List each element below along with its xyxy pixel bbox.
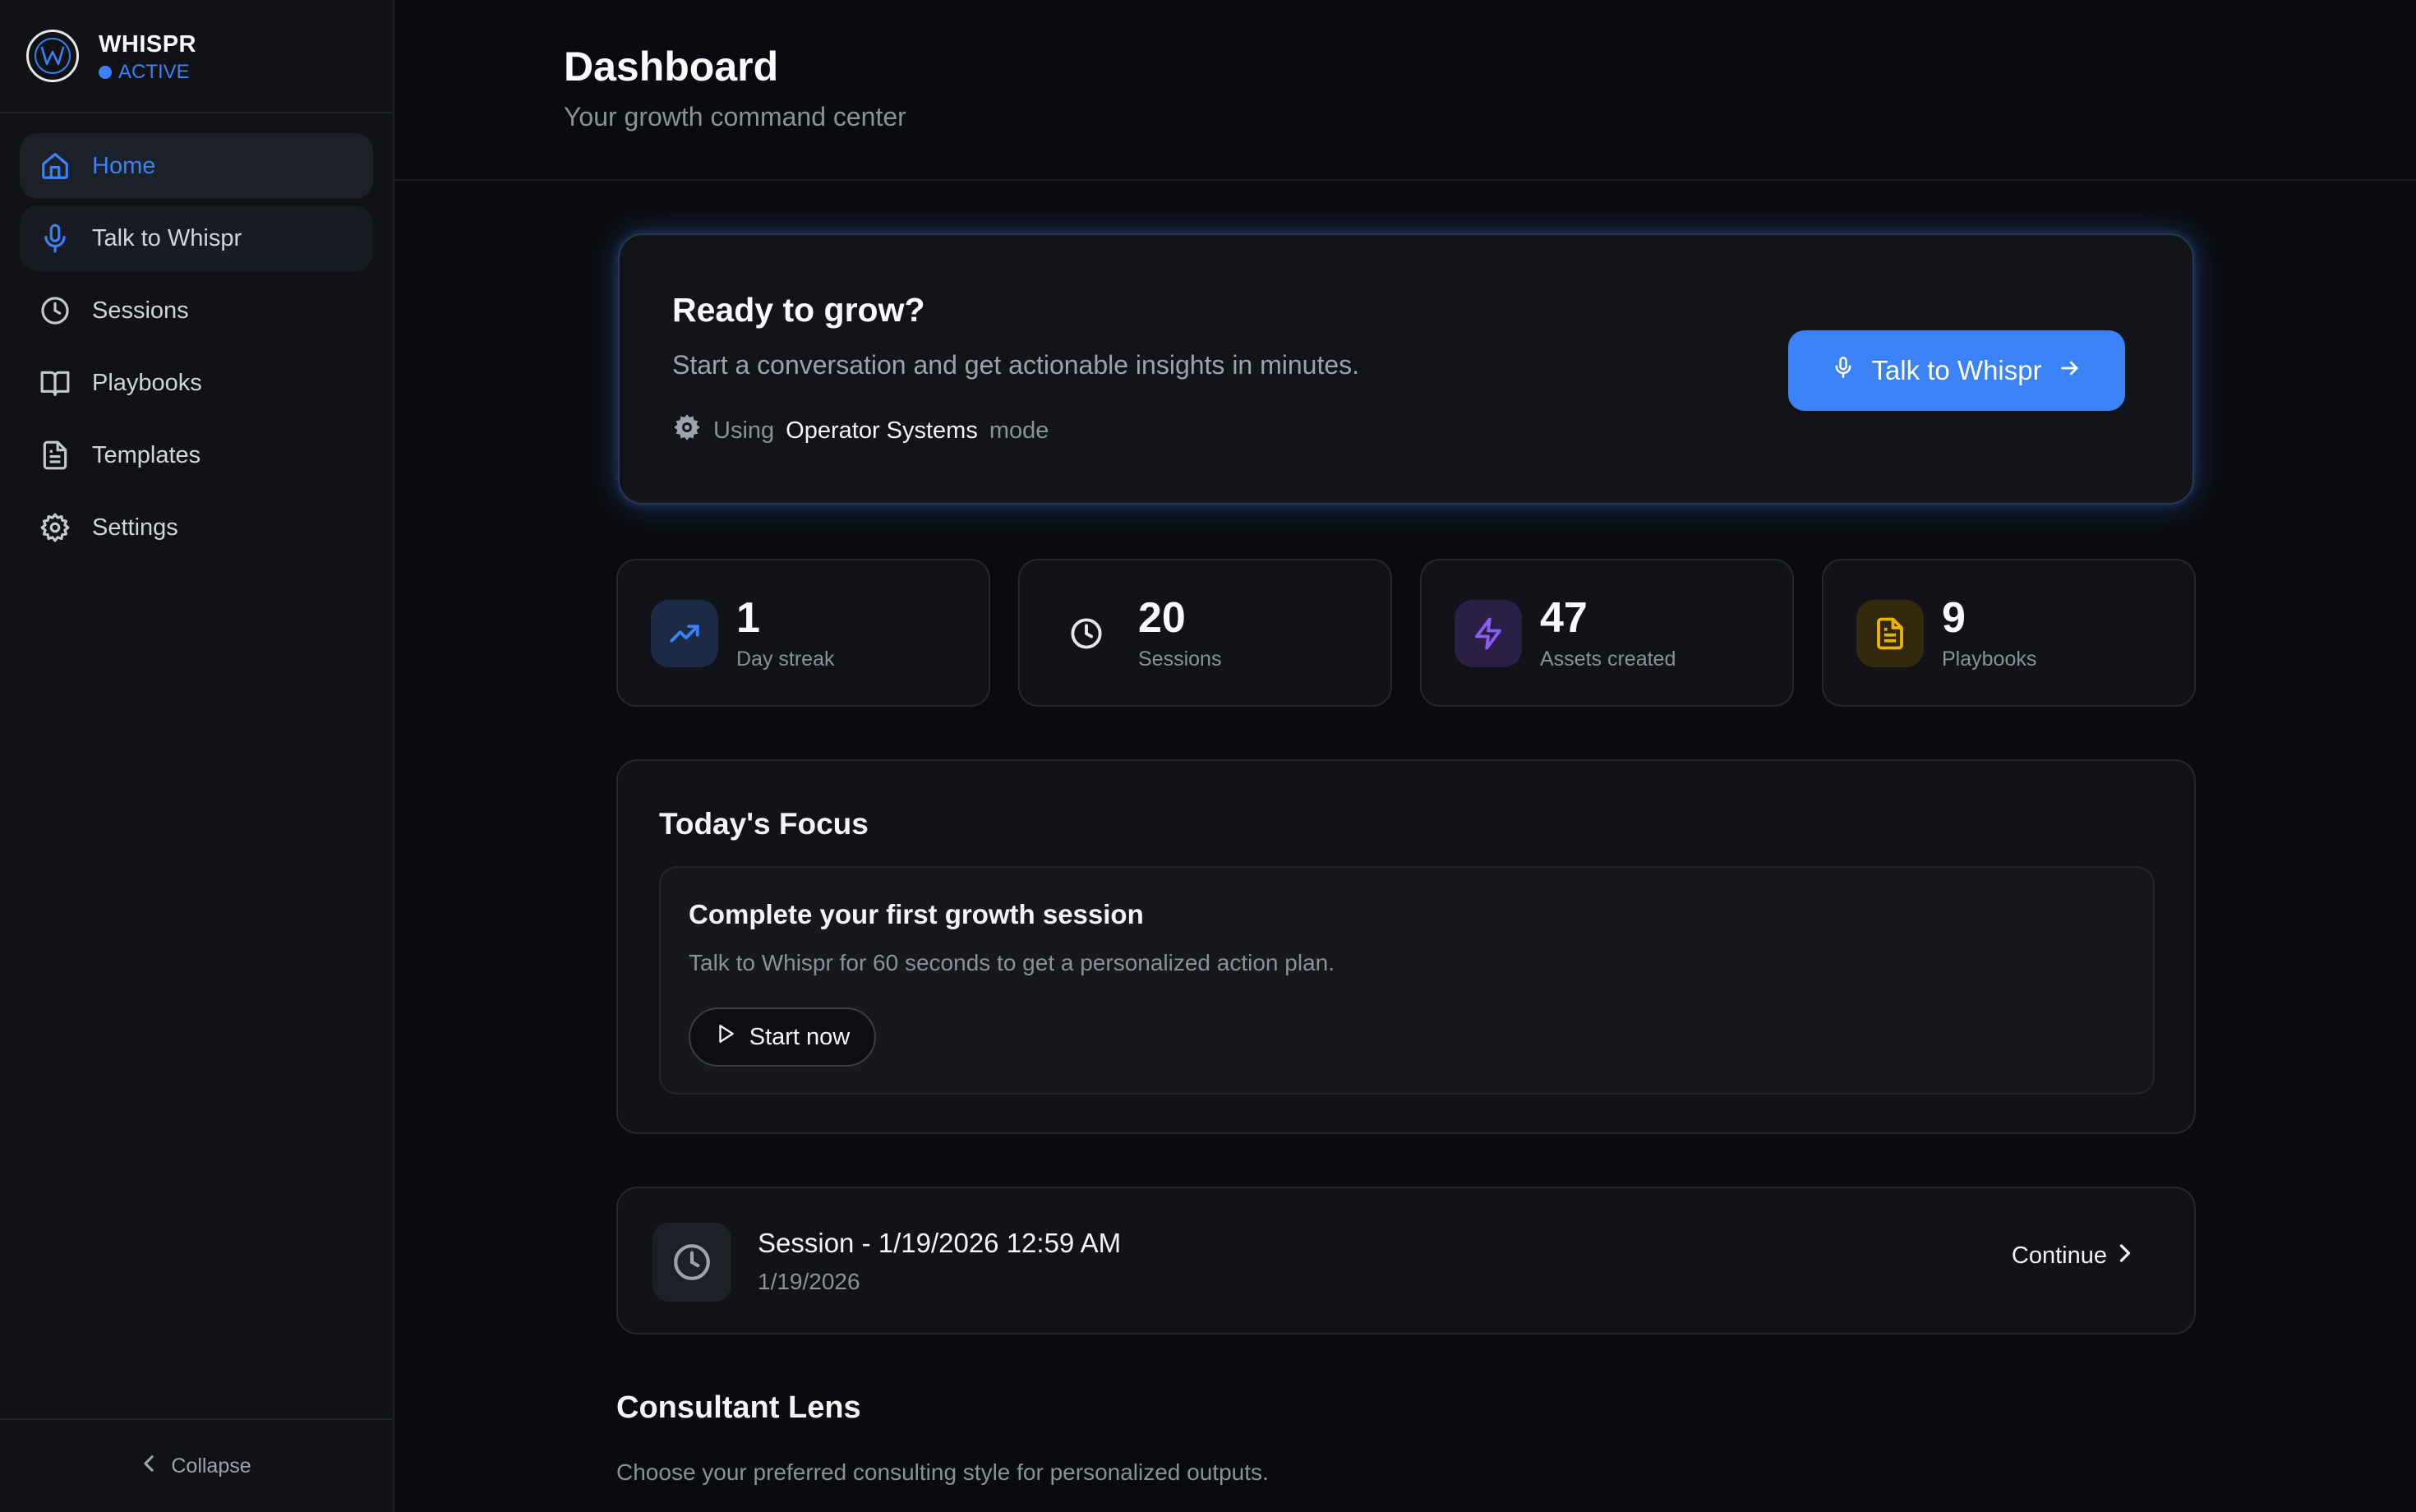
continue-label: Continue bbox=[2011, 1242, 2107, 1269]
mode-indicator: Using Operator Systems mode bbox=[672, 413, 1049, 449]
stat-label: Playbooks bbox=[1942, 648, 2037, 671]
page-subtitle: Your growth command center bbox=[564, 102, 906, 131]
focus-task-title: Complete your first growth session bbox=[689, 899, 1144, 929]
hero-description: Start a conversation and get actionable … bbox=[672, 350, 1360, 380]
book-icon bbox=[38, 366, 72, 400]
focus-task-card: Complete your first growth session Talk … bbox=[659, 866, 2155, 1095]
session-date: 1/19/2026 bbox=[758, 1269, 860, 1294]
sidebar-item-label: Talk to Whispr bbox=[92, 224, 242, 251]
sidebar-item-templates[interactable]: Templates bbox=[20, 422, 373, 488]
sidebar-item-label: Settings bbox=[92, 514, 178, 541]
mode-suffix: mode bbox=[989, 417, 1049, 444]
page-title: Dashboard bbox=[564, 44, 779, 90]
focus-task-description: Talk to Whispr for 60 seconds to get a p… bbox=[689, 950, 1335, 975]
trending-up-icon bbox=[651, 600, 718, 667]
stat-value: 9 bbox=[1942, 594, 1966, 642]
gear-icon bbox=[38, 510, 72, 545]
stat-label: Day streak bbox=[736, 648, 835, 671]
stat-value: 47 bbox=[1540, 594, 1588, 642]
sidebar-item-settings[interactable]: Settings bbox=[20, 495, 373, 560]
play-icon bbox=[715, 1022, 736, 1052]
stat-label: Sessions bbox=[1138, 648, 1222, 671]
sidebar: WHISPR ACTIVE Home Talk to Whispr Sessio… bbox=[0, 0, 394, 1512]
mode-prefix: Using bbox=[713, 417, 775, 444]
app-root: WHISPR ACTIVE Home Talk to Whispr Sessio… bbox=[0, 0, 2416, 1512]
whispr-logo-icon[interactable] bbox=[26, 30, 79, 82]
consultant-lens-title: Consultant Lens bbox=[616, 1390, 861, 1425]
clock-icon bbox=[652, 1223, 731, 1302]
mic-icon bbox=[38, 221, 72, 256]
focus-title: Today's Focus bbox=[659, 807, 869, 841]
collapse-label: Collapse bbox=[171, 1454, 251, 1477]
document-icon bbox=[1856, 600, 1924, 667]
start-now-button[interactable]: Start now bbox=[689, 1007, 876, 1067]
sidebar-item-label: Sessions bbox=[92, 297, 189, 324]
home-icon bbox=[38, 149, 72, 183]
sidebar-item-talk-to-whispr[interactable]: Talk to Whispr bbox=[20, 205, 373, 271]
arrow-right-icon bbox=[2059, 355, 2082, 386]
collapse-button[interactable]: Collapse bbox=[0, 1418, 393, 1512]
page-header: Dashboard Your growth command center bbox=[394, 0, 2416, 181]
session-title: Session - 1/19/2026 12:59 AM bbox=[758, 1228, 1122, 1258]
sidebar-item-sessions[interactable]: Sessions bbox=[20, 278, 373, 343]
stat-label: Assets created bbox=[1540, 648, 1676, 671]
sidebar-item-label: Templates bbox=[92, 441, 201, 468]
mode-name: Operator Systems bbox=[786, 417, 978, 444]
chevron-left-icon bbox=[141, 1454, 156, 1478]
brand-header: WHISPR ACTIVE bbox=[0, 0, 393, 113]
sidebar-item-label: Playbooks bbox=[92, 369, 202, 396]
stats-row: 1 Day streak 20 Sessions 47 Assets creat… bbox=[616, 559, 2196, 707]
stat-value: 1 bbox=[736, 594, 760, 642]
talk-to-whispr-button[interactable]: Talk to Whispr bbox=[1788, 330, 2125, 411]
sidebar-item-label: Home bbox=[92, 152, 156, 179]
sidebar-nav: Home Talk to Whispr Sessions Playbooks T… bbox=[20, 133, 373, 567]
hero-card: Ready to grow? Start a conversation and … bbox=[618, 233, 2194, 505]
hero-title: Ready to grow? bbox=[672, 291, 925, 329]
sidebar-item-home[interactable]: Home bbox=[20, 133, 373, 199]
status-dot-icon bbox=[99, 66, 112, 79]
stat-card-day-streak[interactable]: 1 Day streak bbox=[616, 559, 990, 707]
sidebar-item-playbooks[interactable]: Playbooks bbox=[20, 350, 373, 416]
talk-button-label: Talk to Whispr bbox=[1871, 355, 2042, 385]
todays-focus-card: Today's Focus Complete your first growth… bbox=[616, 759, 2196, 1134]
gear-icon bbox=[672, 413, 702, 449]
status-label: ACTIVE bbox=[118, 61, 190, 83]
stat-card-sessions[interactable]: 20 Sessions bbox=[1018, 559, 1392, 707]
clock-icon bbox=[38, 293, 72, 328]
stat-card-playbooks[interactable]: 9 Playbooks bbox=[1822, 559, 2196, 707]
main-content: Dashboard Your growth command center Rea… bbox=[394, 0, 2416, 1512]
stat-value: 20 bbox=[1138, 594, 1186, 642]
chevron-right-icon bbox=[2119, 1242, 2132, 1270]
status-badge: ACTIVE bbox=[99, 61, 190, 84]
clock-icon bbox=[1053, 600, 1120, 667]
stat-card-assets-created[interactable]: 47 Assets created bbox=[1420, 559, 1794, 707]
continue-button[interactable]: Continue bbox=[2012, 1242, 2132, 1270]
brand-name: WHISPR bbox=[99, 31, 196, 58]
consultant-lens-description: Choose your preferred consulting style f… bbox=[616, 1459, 1269, 1485]
start-now-label: Start now bbox=[749, 1023, 851, 1050]
mic-icon bbox=[1832, 355, 1855, 386]
recent-session-card[interactable]: Session - 1/19/2026 12:59 AM 1/19/2026 C… bbox=[616, 1187, 2196, 1335]
document-icon bbox=[38, 438, 72, 472]
lightning-icon bbox=[1455, 600, 1522, 667]
